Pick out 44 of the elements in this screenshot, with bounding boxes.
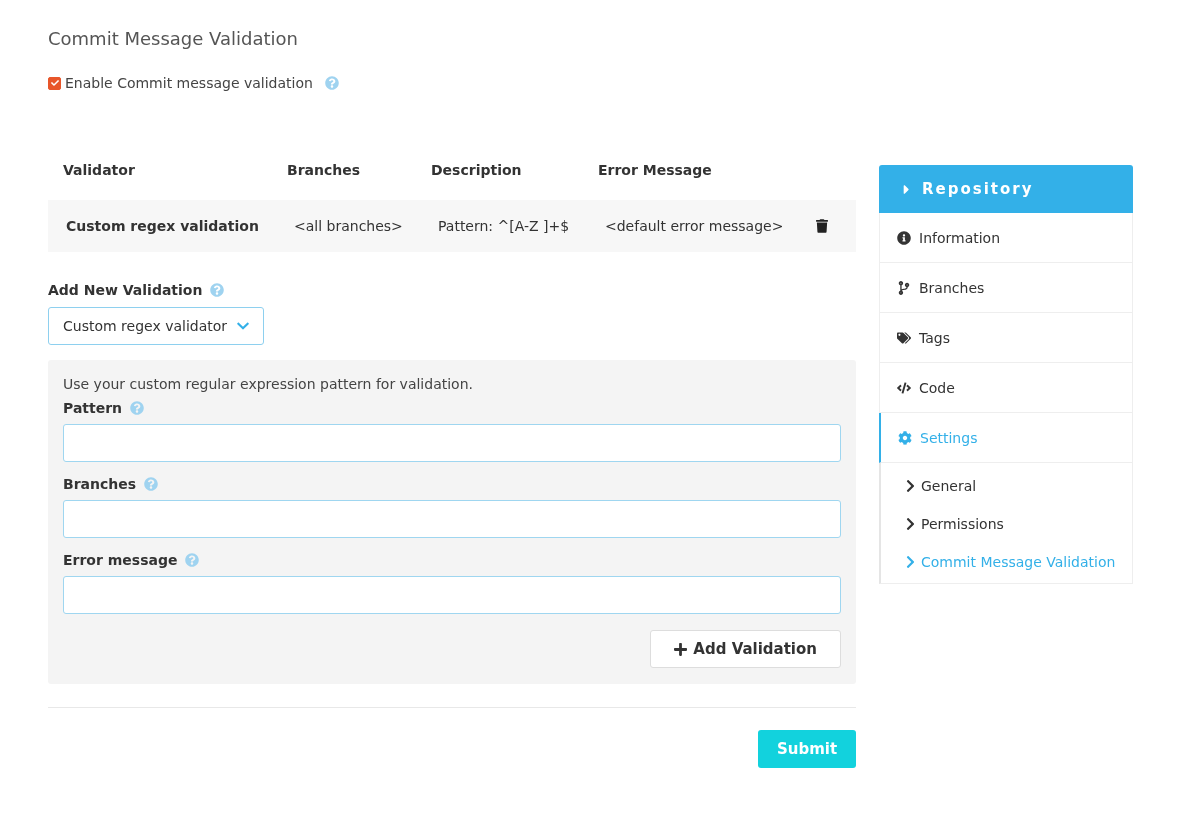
chevron-icon: [906, 479, 915, 493]
section-label: Add New Validation: [48, 282, 203, 298]
field-label: Branches: [63, 476, 137, 492]
check-icon: [50, 79, 59, 87]
sidebar-item[interactable]: Branches: [879, 263, 1133, 313]
column-header: Validator: [63, 162, 136, 178]
column-header: Error Message: [598, 162, 713, 178]
table-cell-text: Custom regex validation: [66, 218, 260, 234]
sidebar-item[interactable]: Tags: [879, 313, 1133, 363]
table-cell-text: Pattern: ^[A-Z ]+$: [437, 218, 571, 234]
chevron-icon: [906, 555, 915, 569]
input-field[interactable]: [63, 500, 841, 538]
help-icon[interactable]: [324, 76, 339, 90]
tags-icon: [897, 330, 911, 345]
table-cell-text: <default error message>: [604, 218, 785, 234]
checkbox-label: Enable Commit message validation: [65, 75, 313, 91]
help-icon[interactable]: [210, 283, 225, 297]
sidebar-item[interactable]: Code: [879, 363, 1133, 413]
page-title: Commit Message Validation: [48, 28, 299, 49]
submenu-item[interactable]: General: [881, 467, 1132, 505]
hint-text: Use your custom regular expression pattern for validation.: [63, 376, 474, 392]
help-icon[interactable]: [130, 401, 145, 415]
column-header: Branches: [287, 162, 362, 178]
add-validation-button[interactable]: Add Validation: [650, 630, 841, 668]
code-icon: [897, 380, 911, 395]
input-field[interactable]: [63, 576, 841, 614]
validator-dropdown[interactable]: Custom regex validator: [48, 307, 264, 345]
chevron-icon: [906, 517, 915, 531]
settings-icon: [898, 430, 912, 445]
help-icon[interactable]: [144, 477, 159, 491]
trash-icon[interactable]: [816, 219, 828, 233]
submenu-item[interactable]: Permissions: [881, 505, 1132, 543]
field-label: Pattern: [63, 400, 123, 416]
column-header: Description: [431, 162, 523, 178]
table-cell-text: <all branches>: [293, 218, 404, 234]
input-field[interactable]: [63, 424, 841, 462]
sidebar-header-text: Repository: [922, 180, 1034, 198]
sidebar-item[interactable]: Information: [879, 213, 1133, 263]
checkbox[interactable]: [48, 76, 61, 90]
field-label: Error message: [63, 552, 178, 568]
info-icon: [897, 230, 911, 245]
plus-icon: [674, 641, 688, 657]
branch-icon: [897, 280, 911, 295]
help-icon[interactable]: [185, 553, 200, 567]
